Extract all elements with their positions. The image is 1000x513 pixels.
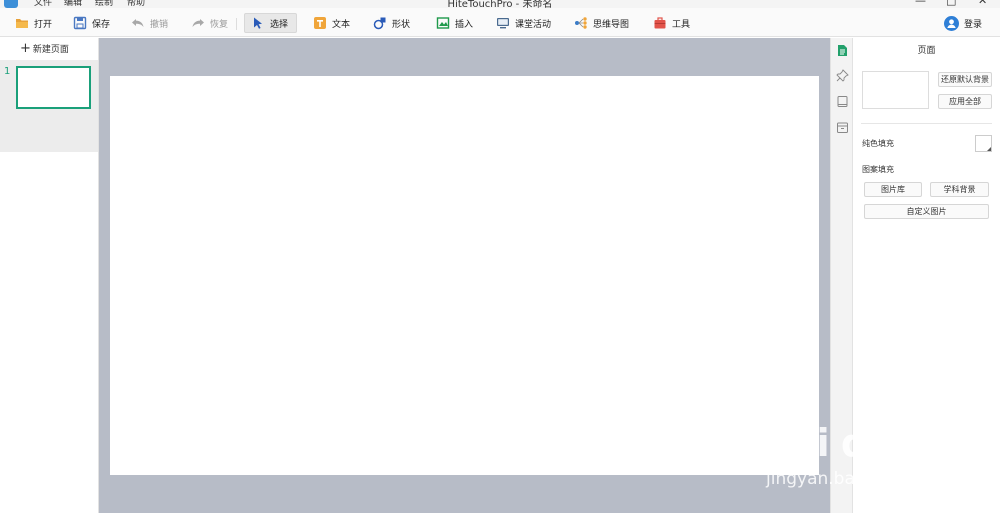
new-page-button[interactable]: + 新建页面 [20, 40, 69, 56]
divider [861, 123, 992, 124]
background-preview [862, 71, 929, 109]
insert-button[interactable]: 插入 [429, 13, 480, 33]
image-library-button[interactable]: 图片库 [864, 182, 922, 197]
book-tab-icon[interactable] [836, 95, 849, 108]
page-properties-panel: 页面 还原默认背景 应用全部 纯色填充 图案填充 图片库 学科背景 自定义图片 [853, 38, 1000, 513]
tools-button[interactable]: 工具 [646, 13, 697, 33]
apply-all-button[interactable]: 应用全部 [938, 94, 992, 109]
panel-title: 页面 [917, 46, 936, 56]
user-avatar-icon [944, 15, 959, 31]
page-properties-tab-icon[interactable] [836, 44, 849, 57]
color-picker-swatch[interactable] [975, 135, 992, 152]
page-thumbnails-panel: + 新建页面 1 [0, 38, 99, 513]
subject-background-button[interactable]: 学科背景 [930, 182, 989, 197]
new-page-label: 新建页面 [32, 45, 69, 55]
mind-map-button[interactable]: 思维导图 [567, 13, 636, 33]
toolbox-icon [653, 16, 667, 30]
custom-image-button[interactable]: 自定义图片 [864, 204, 989, 219]
select-label: 选择 [270, 19, 289, 30]
redo-arrow-icon [191, 16, 205, 30]
monitor-icon [496, 16, 510, 30]
classroom-activity-label: 课堂活动 [515, 19, 552, 30]
pin-tab-icon[interactable] [836, 69, 849, 82]
page-thumbnail[interactable] [16, 66, 91, 109]
solid-fill-label: 纯色填充 [862, 139, 894, 148]
plus-icon: + [20, 40, 31, 56]
maximize-button[interactable]: □ [946, 0, 956, 7]
text-label: 文本 [332, 19, 351, 30]
save-button[interactable]: 保存 [66, 13, 117, 33]
shape-icon [373, 16, 387, 30]
shape-label: 形状 [392, 19, 411, 30]
tools-label: 工具 [672, 19, 691, 30]
classroom-activity-button[interactable]: 课堂活动 [489, 13, 558, 33]
archive-tab-icon[interactable] [836, 121, 849, 134]
restore-default-bg-button[interactable]: 还原默认背景 [938, 72, 992, 87]
mindmap-icon [574, 16, 588, 30]
mind-map-label: 思维导图 [593, 19, 630, 30]
menu-bar: 文件 编辑 绘制 帮助 HiteTouchPro - 未命名 — □ ✕ [0, 0, 1000, 8]
login-button[interactable]: 登录 [937, 13, 989, 33]
undo-button[interactable]: 撤销 [124, 13, 175, 33]
toolbar-divider [236, 18, 237, 30]
text-button[interactable]: 文本 [306, 13, 357, 33]
select-button[interactable]: 选择 [244, 13, 297, 33]
property-tabs-strip [830, 38, 853, 513]
redo-button[interactable]: 恢复 [184, 13, 235, 33]
open-button[interactable]: 打开 [8, 13, 59, 33]
pattern-fill-label: 图案填充 [862, 165, 894, 174]
window-title: HiteTouchPro - 未命名 [447, 0, 553, 8]
toolbar: 打开 保存 撤销 恢复 选择 文本 形状 插入 课堂活动 思维导图 工具 登录 [0, 8, 1000, 37]
folder-icon [15, 16, 29, 30]
page-thumbnail-row[interactable]: 1 [0, 60, 98, 152]
insert-label: 插入 [455, 19, 474, 30]
page-number: 1 [4, 66, 11, 77]
undo-arrow-icon [131, 16, 145, 30]
minimize-button[interactable]: — [915, 0, 926, 7]
save-label: 保存 [92, 19, 111, 30]
undo-label: 撤销 [150, 19, 169, 30]
cursor-arrow-icon [251, 16, 265, 30]
slide-canvas[interactable] [110, 76, 819, 475]
canvas-area [99, 38, 830, 513]
close-button[interactable]: ✕ [978, 0, 987, 7]
open-label: 打开 [34, 19, 53, 30]
login-label: 登录 [964, 19, 983, 30]
text-T-icon [313, 16, 327, 30]
redo-label: 恢复 [210, 19, 229, 30]
shape-button[interactable]: 形状 [366, 13, 417, 33]
floppy-icon [73, 16, 87, 30]
insert-image-icon [436, 16, 450, 30]
